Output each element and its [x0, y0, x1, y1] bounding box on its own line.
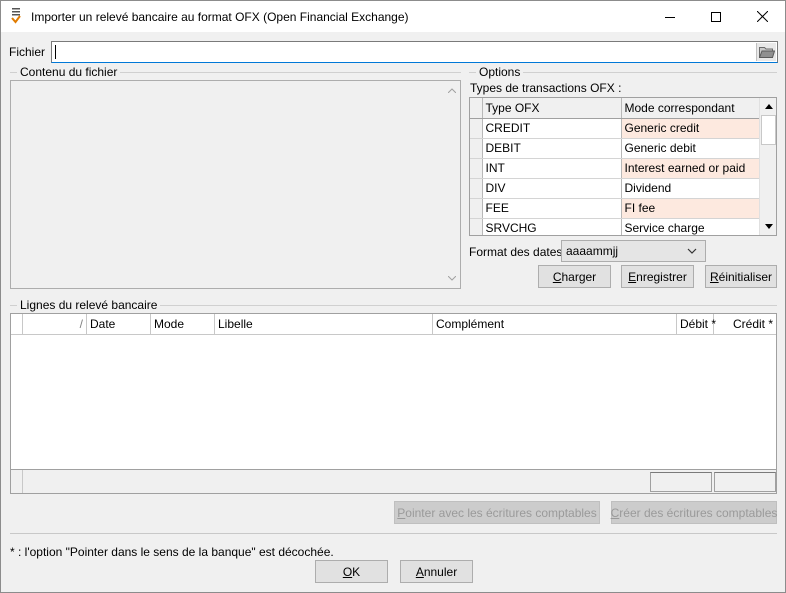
table-row[interactable]: DIV Dividend: [470, 178, 761, 199]
row-selector[interactable]: [470, 138, 483, 159]
dialog-window: Importer un relevé bancaire au format OF…: [0, 0, 786, 593]
column-header-debit[interactable]: Débit *: [677, 314, 716, 334]
folder-icon: [758, 47, 775, 58]
row-selector[interactable]: [470, 118, 483, 139]
scroll-up-icon[interactable]: [443, 82, 460, 99]
title-bar: Importer un relevé bancaire au format OF…: [1, 1, 785, 32]
totals-row-selector: [11, 470, 23, 493]
credit-total-field: [714, 472, 776, 492]
type-cell[interactable]: CREDIT: [482, 118, 622, 139]
lines-group-title: Lignes du relevé bancaire: [17, 298, 161, 312]
statement-lines-grid[interactable]: / Date Mode Libelle Complément Débit * C…: [10, 313, 777, 494]
type-cell[interactable]: DEBIT: [482, 138, 622, 159]
close-button[interactable]: [739, 1, 785, 32]
table-row[interactable]: INT Interest earned or paid: [470, 158, 761, 179]
load-button[interactable]: Charger: [538, 265, 611, 288]
column-header-mode[interactable]: Mode correspondant: [621, 98, 761, 119]
ofx-grid-scrollbar[interactable]: [759, 98, 776, 235]
browse-folder-button[interactable]: [756, 43, 776, 61]
cancel-button[interactable]: Annuler: [400, 560, 473, 583]
close-icon: [756, 11, 768, 22]
row-selector[interactable]: [470, 218, 483, 235]
scroll-thumb[interactable]: [761, 115, 776, 145]
debit-total-field: [650, 472, 712, 492]
table-row[interactable]: SRVCHG Service charge: [470, 218, 761, 235]
scroll-down-icon[interactable]: [760, 218, 776, 235]
save-button-label: Enregistrer: [628, 269, 687, 284]
mode-cell[interactable]: Dividend: [621, 178, 761, 199]
file-content-textarea[interactable]: [10, 80, 461, 289]
load-button-label: Charger: [552, 269, 597, 284]
mode-cell[interactable]: Generic credit: [621, 118, 761, 139]
ok-button[interactable]: OK: [315, 560, 388, 583]
footnote: * : l'option "Pointer dans le sens de la…: [10, 545, 334, 559]
grid-corner: [470, 98, 483, 119]
transactions-label: Types de transactions OFX :: [470, 81, 622, 95]
content-group-title: Contenu du fichier: [17, 65, 121, 79]
footer-separator: [10, 533, 777, 534]
date-format-label: Format des dates: [469, 245, 563, 259]
row-selector[interactable]: [470, 178, 483, 199]
row-selector-header: [11, 314, 23, 334]
column-header-date[interactable]: Date: [87, 314, 151, 334]
lines-grid-totals: [11, 469, 776, 493]
mode-cell[interactable]: Service charge: [621, 218, 761, 235]
chevron-down-icon: [687, 244, 697, 261]
file-label: Fichier: [9, 45, 46, 59]
ok-button-label: OK: [342, 564, 361, 579]
type-cell[interactable]: SRVCHG: [482, 218, 622, 235]
point-entries-button[interactable]: Pointer avec les écritures comptables: [394, 501, 600, 524]
file-input[interactable]: [51, 41, 778, 63]
column-header-type-ofx[interactable]: Type OFX: [482, 98, 622, 119]
create-entries-label: Créer des écritures comptables: [610, 505, 778, 520]
maximize-button[interactable]: [693, 1, 739, 32]
app-icon: [9, 7, 23, 25]
date-format-value: aaaammjj: [566, 244, 619, 258]
reset-button-label: Réinitialiser: [709, 269, 773, 284]
options-group-title: Options: [476, 65, 524, 79]
date-format-select[interactable]: aaaammjj: [561, 240, 706, 262]
ofx-transactions-grid[interactable]: Type OFX Mode correspondant CREDIT Gener…: [469, 97, 777, 236]
scroll-down-icon[interactable]: [443, 270, 460, 287]
type-cell[interactable]: FEE: [482, 198, 622, 219]
row-selector[interactable]: [470, 198, 483, 219]
minimize-button[interactable]: [647, 1, 693, 32]
column-header-complement[interactable]: Complément: [433, 314, 677, 334]
row-selector[interactable]: [470, 158, 483, 179]
type-cell[interactable]: INT: [482, 158, 622, 179]
column-header-mode[interactable]: Mode: [151, 314, 215, 334]
mode-cell[interactable]: Generic debit: [621, 138, 761, 159]
create-entries-button[interactable]: Créer des écritures comptables: [611, 501, 777, 524]
mode-cell[interactable]: Interest earned or paid: [621, 158, 761, 179]
table-row[interactable]: FEE FI fee: [470, 198, 761, 219]
mode-cell[interactable]: FI fee: [621, 198, 761, 219]
window-title: Importer un relevé bancaire au format OF…: [31, 10, 409, 24]
column-header-libelle[interactable]: Libelle: [215, 314, 433, 334]
column-header-sort[interactable]: /: [23, 314, 87, 334]
lines-grid-header: / Date Mode Libelle Complément Débit * C…: [11, 314, 776, 335]
reset-button[interactable]: Réinitialiser: [705, 265, 777, 288]
point-entries-label: Pointer avec les écritures comptables: [397, 505, 597, 520]
column-header-credit[interactable]: Crédit *: [714, 314, 776, 334]
save-button[interactable]: Enregistrer: [621, 265, 694, 288]
text-caret: [55, 45, 56, 59]
cancel-button-label: Annuler: [415, 564, 458, 579]
type-cell[interactable]: DIV: [482, 178, 622, 199]
scroll-up-icon[interactable]: [760, 98, 776, 115]
content-scrollbar[interactable]: [443, 81, 460, 288]
table-row[interactable]: CREDIT Generic credit: [470, 118, 761, 139]
table-row[interactable]: DEBIT Generic debit: [470, 138, 761, 159]
